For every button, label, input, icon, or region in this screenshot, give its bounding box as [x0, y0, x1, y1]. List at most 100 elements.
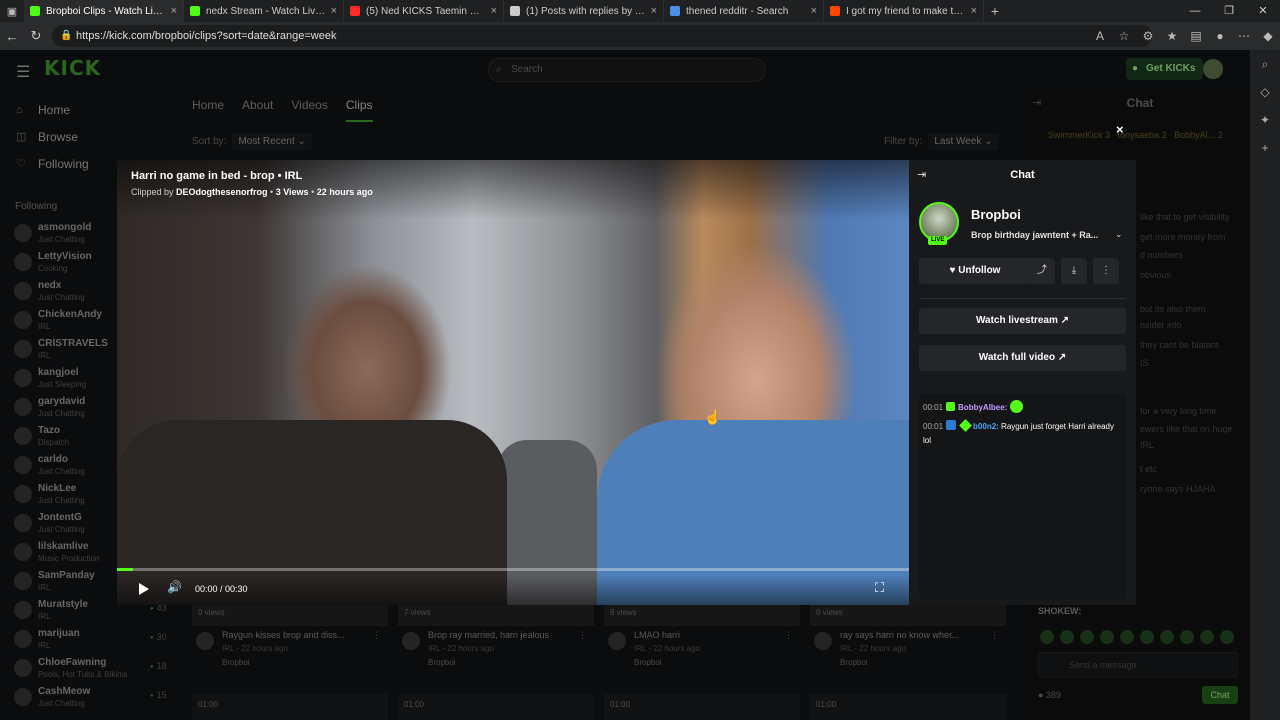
tab-title: nedx Stream - Watch Live on Kick: [206, 5, 327, 17]
youtube-favicon-icon: [350, 6, 360, 16]
back-icon[interactable]: ←: [0, 29, 24, 44]
extensions-icon[interactable]: ⚙: [1136, 29, 1160, 43]
chevron-down-icon[interactable]: ⌄: [1115, 229, 1123, 240]
profile-icon[interactable]: ●: [1208, 29, 1232, 43]
address-bar-row: ← ↻ 🔒 https://kick.com/bropboi/clips?sor…: [0, 22, 1280, 50]
kick-favicon-icon: [190, 6, 200, 16]
kick-page: ☰ KICK ⌕ Search ● Get KICKs ⌂ Home ◫ Bro…: [0, 50, 1250, 720]
menu-dots-icon[interactable]: ⋯: [1232, 29, 1256, 43]
message-time: 00:01: [923, 422, 944, 431]
message-user[interactable]: b00n2: [973, 422, 996, 431]
gifter-badge-icon: [959, 419, 972, 432]
emote-icon: [1010, 400, 1024, 413]
watch-livestream-label: Watch livestream: [975, 315, 1058, 326]
browser-tab[interactable]: (5) Ned KICKS Taemin Out of Rest ×: [344, 0, 504, 22]
chat-message: 00:01 b00n2: Raygun just forget Harri alr…: [923, 419, 1119, 448]
new-tab-button[interactable]: +: [984, 3, 1006, 19]
search-favicon-icon: [670, 6, 680, 16]
tab-close-icon[interactable]: ×: [651, 5, 657, 17]
lock-icon: 🔒: [60, 30, 73, 41]
close-window-icon[interactable]: ✕: [1246, 0, 1280, 22]
clip-meta: Clipped by DEOdogthesenorfrog • 3 Views …: [131, 187, 373, 197]
window-menu-icon[interactable]: ▣: [0, 5, 24, 18]
clip-title: Harri no game in bed - brop • IRL: [131, 170, 303, 182]
browser-tab[interactable]: Bropboi Clips - Watch Live on Kick ×: [24, 0, 184, 22]
maximize-icon[interactable]: ❐: [1212, 0, 1246, 22]
clipper-name[interactable]: DEOdogthesenorfrog: [176, 187, 268, 197]
clip-age: 22 hours ago: [316, 187, 373, 197]
browser-tab[interactable]: I got my friend to make these sh ×: [824, 0, 984, 22]
video-controls: 🔊 00:00 / 00:30 ⛶: [117, 575, 909, 605]
hand-cursor-icon: ☝: [704, 409, 722, 425]
minimize-icon[interactable]: —: [1178, 0, 1212, 22]
clip-title-text: Harri no game in bed - brop: [131, 170, 275, 182]
tab-title: I got my friend to make these sh: [846, 5, 967, 17]
unfollow-button[interactable]: ♥ Unfollow: [919, 258, 1031, 284]
collections-icon[interactable]: ▤: [1184, 29, 1208, 43]
copilot-icon[interactable]: ◆: [1256, 29, 1280, 43]
download-icon: ⤓: [1071, 265, 1077, 276]
clip-modal: Harri no game in bed - brop • IRL Clippe…: [117, 160, 1136, 605]
tab-close-icon[interactable]: ×: [811, 5, 817, 17]
download-button[interactable]: ⤓: [1061, 258, 1087, 284]
external-link-icon: ↗: [1057, 352, 1067, 363]
tab-close-icon[interactable]: ×: [331, 5, 337, 17]
tab-title: (1) Posts with replies by Tokyo In: [526, 5, 647, 17]
video-progress-bar[interactable]: [117, 568, 909, 571]
more-vertical-icon: ⋮: [1101, 265, 1111, 276]
url-text: https://kick.com/bropboi/clips?sort=date…: [76, 30, 337, 42]
volume-icon[interactable]: 🔊: [167, 580, 182, 594]
add-sidebar-icon[interactable]: +: [1250, 134, 1280, 162]
shopping-icon[interactable]: ◇: [1250, 78, 1280, 106]
tab-close-icon[interactable]: ×: [171, 5, 177, 17]
browser-tab-bar: ▣ Bropboi Clips - Watch Live on Kick × n…: [0, 0, 1280, 22]
clipped-by-label: Clipped by: [131, 187, 174, 197]
clip-side-panel: ⇥ Chat LIVE Bropboi Brop birthday jawnte…: [909, 160, 1136, 605]
play-icon[interactable]: [139, 583, 149, 595]
heart-icon: ♥: [949, 265, 956, 276]
search-icon[interactable]: ⌕: [1250, 50, 1280, 78]
watch-livestream-button[interactable]: Watch livestream ↗: [919, 308, 1126, 334]
tab-title: Bropboi Clips - Watch Live on Kick: [46, 5, 167, 17]
reddit-favicon-icon: [830, 6, 840, 16]
refresh-icon[interactable]: ↻: [24, 28, 48, 44]
collapse-chat-icon[interactable]: ⇥: [917, 160, 926, 190]
x-favicon-icon: [510, 6, 520, 16]
browser-tab[interactable]: nedx Stream - Watch Live on Kick ×: [184, 0, 344, 22]
read-aloud-icon[interactable]: A: [1088, 29, 1112, 43]
divider: [919, 298, 1126, 299]
kick-favicon-icon: [30, 6, 40, 16]
chat-message: 00:01 BobbyAlbee:: [923, 400, 1119, 415]
close-modal-button[interactable]: ×: [1116, 122, 1124, 137]
clip-category[interactable]: IRL: [285, 170, 303, 182]
tab-title: thened redditr - Search: [686, 5, 789, 17]
share-button[interactable]: ⤴: [1029, 258, 1055, 284]
tab-title: (5) Ned KICKS Taemin Out of Rest: [366, 5, 487, 17]
clip-video-player[interactable]: Harri no game in bed - brop • IRL Clippe…: [117, 160, 909, 605]
subscriber-badge-icon: [946, 402, 956, 411]
url-field[interactable]: 🔒 https://kick.com/bropboi/clips?sort=da…: [52, 25, 1152, 47]
browser-tab[interactable]: thened redditr - Search ×: [664, 0, 824, 22]
browser-tab[interactable]: (1) Posts with replies by Tokyo In ×: [504, 0, 664, 22]
video-time: 00:00 / 00:30: [195, 584, 248, 594]
tools-icon[interactable]: ✦: [1250, 106, 1280, 134]
clip-views: 3 Views: [275, 187, 309, 197]
watch-full-video-button[interactable]: Watch full video ↗: [919, 345, 1126, 371]
watch-full-video-label: Watch full video: [978, 352, 1056, 363]
fullscreen-icon[interactable]: ⛶: [875, 580, 884, 596]
panel-title: Chat: [1010, 169, 1035, 181]
browser-sidebar: ⌕ ◇ ✦ +: [1250, 50, 1280, 720]
unfollow-label: Unfollow: [958, 265, 1001, 276]
more-options-button[interactable]: ⋮: [1093, 258, 1119, 284]
favorites-icon[interactable]: ★: [1160, 29, 1184, 43]
moderator-badge-icon: [946, 420, 957, 430]
panel-header: ⇥ Chat: [909, 160, 1136, 190]
video-progress-fill: [117, 568, 133, 571]
message-user[interactable]: BobbyAlbee: [958, 403, 1005, 412]
favorite-star-icon[interactable]: ☆: [1112, 29, 1136, 43]
message-time: 00:01: [923, 403, 944, 412]
stream-title: Brop birthday jawntent + Ra...: [971, 230, 1099, 240]
streamer-name[interactable]: Bropboi: [971, 207, 1021, 222]
tab-close-icon[interactable]: ×: [971, 5, 977, 17]
tab-close-icon[interactable]: ×: [491, 5, 497, 17]
